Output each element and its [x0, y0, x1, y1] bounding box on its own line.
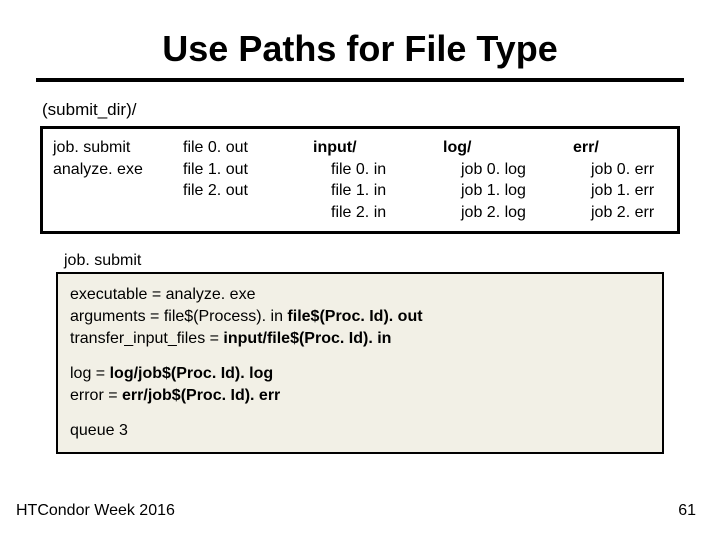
- code-line: transfer_input_files = input/file$(Proc.…: [70, 328, 650, 350]
- list-item: analyze. exe: [53, 159, 183, 181]
- column-out-files: file 0. out file 1. out file 2. out: [183, 137, 313, 223]
- list-item: file 0. out: [183, 137, 313, 159]
- code-text: error =: [70, 387, 122, 404]
- code-bold: log/job$(Proc. Id). log: [110, 365, 274, 382]
- list-item: job 1. log: [443, 180, 573, 202]
- code-block-3: queue 3: [70, 420, 650, 442]
- folder-header-log: log/: [443, 137, 573, 159]
- code-line: error = err/job$(Proc. Id). err: [70, 385, 650, 407]
- folder-header-err: err/: [573, 137, 667, 159]
- list-item: file 1. out: [183, 159, 313, 181]
- slide: Use Paths for File Type (submit_dir)/ jo…: [0, 0, 720, 540]
- list-item: job 1. err: [573, 180, 667, 202]
- submit-dir-label: (submit_dir)/: [42, 100, 684, 120]
- code-text: transfer_input_files =: [70, 330, 223, 347]
- code-bold: file$(Proc. Id). out: [287, 308, 422, 325]
- list-item: file 0. in: [313, 159, 443, 181]
- column-err: err/ job 0. err job 1. err job 2. err: [573, 137, 667, 223]
- list-item: job 0. log: [443, 159, 573, 181]
- folder-header-input: input/: [313, 137, 443, 159]
- code-text: arguments = file$(Process). in: [70, 308, 287, 325]
- list-item: file 2. out: [183, 180, 313, 202]
- slide-title: Use Paths for File Type: [36, 28, 684, 82]
- submit-file-label: job. submit: [64, 252, 684, 270]
- column-log: log/ job 0. log job 1. log job 2. log: [443, 137, 573, 223]
- directory-listing-box: job. submit analyze. exe file 0. out fil…: [40, 126, 680, 234]
- submit-file-box: executable = analyze. exe arguments = fi…: [56, 272, 664, 454]
- footer-event: HTCondor Week 2016: [16, 502, 175, 520]
- code-bold: input/file$(Proc. Id). in: [223, 330, 391, 347]
- code-text: log =: [70, 365, 110, 382]
- code-line: arguments = file$(Process). in file$(Pro…: [70, 306, 650, 328]
- code-line: executable = analyze. exe: [70, 284, 650, 306]
- list-item: job. submit: [53, 137, 183, 159]
- code-bold: err/job$(Proc. Id). err: [122, 387, 280, 404]
- footer-page-number: 61: [678, 502, 696, 520]
- column-input: input/ file 0. in file 1. in file 2. in: [313, 137, 443, 223]
- list-item: job 2. log: [443, 202, 573, 224]
- code-line: log = log/job$(Proc. Id). log: [70, 363, 650, 385]
- list-item: job 0. err: [573, 159, 667, 181]
- code-line: queue 3: [70, 420, 650, 442]
- list-item: job 2. err: [573, 202, 667, 224]
- list-item: file 1. in: [313, 180, 443, 202]
- code-block-1: executable = analyze. exe arguments = fi…: [70, 284, 650, 349]
- column-root-files: job. submit analyze. exe: [53, 137, 183, 223]
- code-block-2: log = log/job$(Proc. Id). log error = er…: [70, 363, 650, 406]
- list-item: file 2. in: [313, 202, 443, 224]
